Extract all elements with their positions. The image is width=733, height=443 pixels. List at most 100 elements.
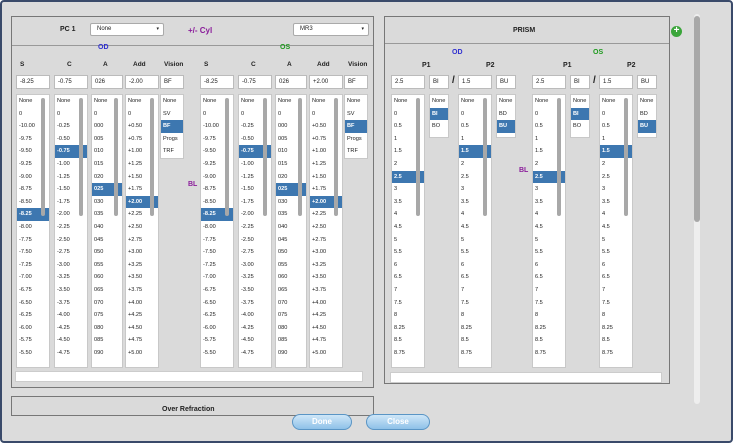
list-item[interactable]: BU xyxy=(497,120,515,133)
list-item[interactable]: -4.75 xyxy=(239,347,271,360)
pc-select[interactable]: None ▾ xyxy=(90,23,164,36)
prism-os-input[interactable]: 1.5 xyxy=(599,75,633,89)
list-item[interactable]: 045 xyxy=(92,234,122,247)
list-item[interactable]: -4.50 xyxy=(55,334,87,347)
list-item[interactable]: +5.00 xyxy=(126,347,158,360)
list-item[interactable]: -2.75 xyxy=(239,246,271,259)
list-item[interactable]: 4.5 xyxy=(600,221,632,234)
list-item[interactable]: 6 xyxy=(392,259,424,272)
list-item[interactable]: 5.5 xyxy=(392,246,424,259)
list-item[interactable]: +4.50 xyxy=(126,322,158,335)
list-item[interactable]: 8.5 xyxy=(533,334,565,347)
list-item[interactable]: -7.00 xyxy=(17,271,49,284)
list-item[interactable]: 075 xyxy=(276,309,306,322)
prism-od-b2-list[interactable]: None BD BU xyxy=(496,94,516,138)
list-item[interactable]: -4.75 xyxy=(55,347,87,360)
list-scrollbar[interactable] xyxy=(483,98,487,216)
list-item[interactable]: +4.25 xyxy=(126,309,158,322)
list-item[interactable]: -6.75 xyxy=(201,284,233,297)
list-item[interactable]: 4.5 xyxy=(392,221,424,234)
list-item[interactable]: 090 xyxy=(276,347,306,360)
list-item[interactable]: BF xyxy=(161,120,183,133)
list-scrollbar[interactable] xyxy=(298,98,302,216)
list-item[interactable]: SV xyxy=(345,108,367,121)
list-item[interactable]: None xyxy=(345,95,367,108)
list-item[interactable]: BI xyxy=(571,107,589,121)
list-item[interactable]: BO xyxy=(430,120,448,133)
list-item[interactable]: 6 xyxy=(459,259,491,272)
mode-select[interactable]: MR3 ▾ xyxy=(293,23,369,36)
list-item[interactable]: TRF xyxy=(345,145,367,158)
list-item[interactable]: +3.25 xyxy=(310,259,342,272)
list-item[interactable]: 6 xyxy=(600,259,632,272)
list-item[interactable]: +3.00 xyxy=(126,246,158,259)
list-item[interactable]: +3.25 xyxy=(126,259,158,272)
list-item[interactable]: +4.75 xyxy=(310,334,342,347)
prism-od-input[interactable]: BI xyxy=(429,75,449,89)
list-item[interactable]: 8 xyxy=(533,309,565,322)
list-item[interactable]: 8.5 xyxy=(459,334,491,347)
list-item[interactable]: -6.00 xyxy=(201,322,233,335)
od-c-input[interactable]: -0.75 xyxy=(54,75,88,89)
list-item[interactable]: 040 xyxy=(92,221,122,234)
list-item[interactable]: 6 xyxy=(533,259,565,272)
list-item[interactable]: -6.00 xyxy=(17,322,49,335)
list-item[interactable]: -2.50 xyxy=(239,234,271,247)
list-scrollbar[interactable] xyxy=(41,98,45,216)
list-item[interactable]: +2.75 xyxy=(310,234,342,247)
prism-od-input[interactable]: BU xyxy=(496,75,516,89)
list-item[interactable]: Progs xyxy=(345,133,367,146)
prism-os-b1-list[interactable]: None BI BO xyxy=(570,94,590,138)
list-item[interactable]: -3.50 xyxy=(239,284,271,297)
list-item[interactable]: -6.50 xyxy=(201,297,233,310)
list-item[interactable]: +4.00 xyxy=(310,297,342,310)
list-item[interactable]: -7.00 xyxy=(201,271,233,284)
list-item[interactable]: -3.00 xyxy=(55,259,87,272)
list-item[interactable]: -7.25 xyxy=(201,259,233,272)
list-item[interactable]: -2.75 xyxy=(55,246,87,259)
list-item[interactable]: 060 xyxy=(92,271,122,284)
prism-od-input[interactable]: 2.5 xyxy=(391,75,425,89)
list-item[interactable]: -2.25 xyxy=(239,221,271,234)
list-item[interactable]: -7.25 xyxy=(17,259,49,272)
list-item[interactable]: -7.75 xyxy=(17,234,49,247)
list-item[interactable]: -3.25 xyxy=(55,271,87,284)
list-item[interactable]: -6.50 xyxy=(17,297,49,310)
list-item[interactable]: +3.00 xyxy=(310,246,342,259)
list-item[interactable]: 060 xyxy=(276,271,306,284)
os-a-list[interactable]: None 0 000 005 010 015 020 025 030 035 040 045 050 05… xyxy=(275,94,307,368)
list-item[interactable]: 8.5 xyxy=(392,334,424,347)
list-item[interactable]: +3.50 xyxy=(126,271,158,284)
list-item[interactable]: -4.25 xyxy=(55,322,87,335)
list-item[interactable]: 6.5 xyxy=(459,271,491,284)
list-item[interactable]: 8.25 xyxy=(459,322,491,335)
list-item[interactable]: -4.50 xyxy=(239,334,271,347)
prism-od-input[interactable]: 1.5 xyxy=(458,75,492,89)
list-scrollbar[interactable] xyxy=(114,98,118,216)
prism-os-b2-list[interactable]: None BD BU xyxy=(637,94,657,138)
list-item[interactable]: -6.25 xyxy=(201,309,233,322)
list-item[interactable]: None xyxy=(497,95,515,108)
os-s-input[interactable]: -8.25 xyxy=(200,75,234,89)
list-item[interactable]: 070 xyxy=(92,297,122,310)
list-item[interactable]: 8.75 xyxy=(600,347,632,360)
list-item[interactable]: +4.75 xyxy=(126,334,158,347)
list-item[interactable]: -7.50 xyxy=(201,246,233,259)
list-item[interactable]: +2.50 xyxy=(126,221,158,234)
list-item[interactable]: -3.75 xyxy=(55,297,87,310)
list-item[interactable]: 8 xyxy=(459,309,491,322)
list-item[interactable]: BF xyxy=(345,120,367,133)
list-item[interactable]: 080 xyxy=(92,322,122,335)
list-item[interactable]: +3.50 xyxy=(310,271,342,284)
list-item[interactable]: -6.25 xyxy=(17,309,49,322)
list-scrollbar[interactable] xyxy=(79,98,83,216)
cyl-toggle[interactable]: +/- Cyl xyxy=(188,26,212,35)
prism-horizontal-scrollbar[interactable] xyxy=(390,372,662,383)
done-button[interactable]: Done xyxy=(292,414,352,430)
list-item[interactable]: -3.00 xyxy=(239,259,271,272)
main-scrollbar-thumb[interactable] xyxy=(694,16,700,222)
os-c-input[interactable]: -0.75 xyxy=(238,75,272,89)
list-item[interactable]: -8.00 xyxy=(17,221,49,234)
list-item[interactable]: 090 xyxy=(92,347,122,360)
list-item[interactable]: 080 xyxy=(276,322,306,335)
